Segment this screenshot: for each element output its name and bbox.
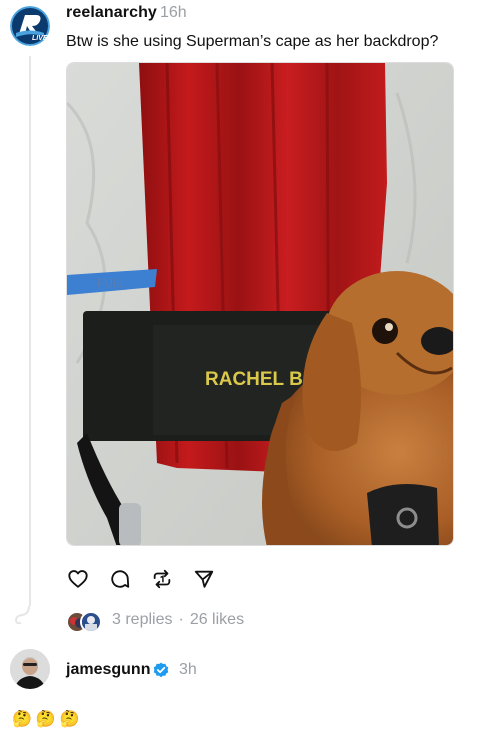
heart-icon	[68, 570, 88, 588]
repost-icon	[153, 569, 171, 589]
repost-button[interactable]	[150, 567, 174, 591]
meta-separator: ·	[178, 611, 184, 628]
post-actions	[66, 567, 234, 591]
reply-text: 🤔 🤔 🤔	[12, 709, 84, 729]
like-button[interactable]	[66, 567, 90, 591]
post-author-avatar[interactable]: LIVE	[10, 6, 50, 46]
likes-count-link[interactable]: 26 likes	[190, 611, 244, 629]
post-author-username[interactable]: reelanarchy	[66, 4, 157, 22]
verified-badge-icon	[153, 662, 169, 678]
reply-author-username[interactable]: jamesgunn	[66, 661, 150, 679]
thread-view: LIVE reelanarchy 16h Btw is she using Su…	[0, 0, 483, 737]
share-icon	[194, 570, 214, 588]
replier-avatar	[80, 611, 102, 633]
svg-text:LIVE: LIVE	[32, 35, 48, 42]
dog-on-set-photo: FULL RACHEL BRO	[67, 63, 453, 545]
reply-timestamp[interactable]: 3h	[179, 661, 197, 679]
tape-label: FULL	[97, 276, 127, 290]
thread-line	[29, 56, 31, 606]
post-timestamp[interactable]: 16h	[160, 4, 187, 22]
replies-count-link[interactable]: 3 replies	[112, 611, 172, 629]
share-button[interactable]	[192, 567, 216, 591]
reply-author-avatar[interactable]	[10, 649, 50, 689]
comment-icon	[111, 570, 130, 588]
thinking-emoji: 🤔	[59, 711, 80, 728]
post-photo[interactable]: FULL RACHEL BRO	[66, 62, 454, 546]
thinking-emoji: 🤔	[12, 711, 32, 728]
post-text: Btw is she using Superman’s cape as her …	[66, 33, 439, 50]
comment-button[interactable]	[108, 567, 132, 591]
replier-avatars	[66, 609, 106, 633]
post-engagement: 3 replies · 26 likes	[66, 609, 244, 633]
jamesgunn-avatar-photo	[10, 649, 50, 689]
reelanarchy-logo: LIVE	[10, 6, 50, 46]
thread-end-loop	[14, 606, 30, 624]
thinking-emoji: 🤔	[35, 711, 56, 728]
